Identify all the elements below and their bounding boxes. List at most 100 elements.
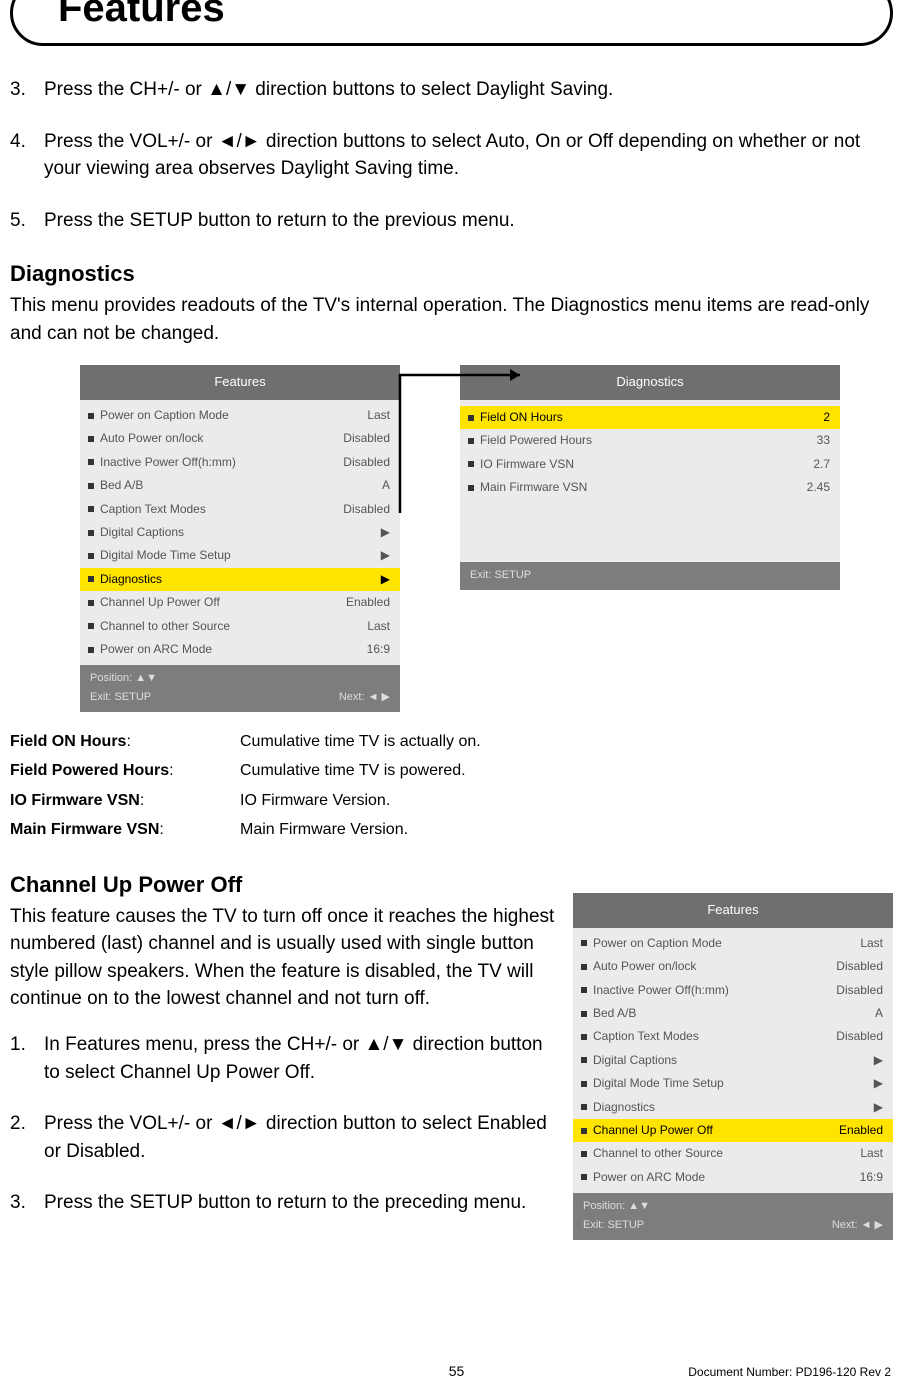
menu-item-value: Enabled [839,1122,883,1139]
menu-item-value: A [382,477,390,494]
menu-item-label: Digital Captions [100,524,381,541]
bullet-icon [88,413,94,419]
bullet-icon [581,1151,587,1157]
menu-item-label: Power on Caption Mode [100,407,367,424]
menu-item-value: 2.45 [807,479,830,496]
menu-item-value: Last [367,618,390,635]
menu-item-label: Inactive Power Off(h:mm) [593,982,836,999]
menu-item-value: ▶ [381,571,390,588]
menu-item-value: ▶ [874,1075,883,1092]
bullet-icon [581,1104,587,1110]
channel-up-heading: Channel Up Power Off [10,869,557,901]
bullet-icon [581,987,587,993]
bullet-icon [88,576,94,582]
menu-item-label: Channel Up Power Off [100,594,346,611]
bullet-icon [581,940,587,946]
menu-item-value: Disabled [343,501,390,518]
menu-item-label: Field ON Hours [480,409,823,426]
menu-item: Auto Power on/lockDisabled [80,427,400,450]
bullet-icon [581,964,587,970]
cup-step-2: 2.Press the VOL+/- or ◄/► direction butt… [10,1110,557,1165]
menu-item: Field ON Hours2 [460,406,840,429]
menu-item-label: IO Firmware VSN [480,456,813,473]
menu-item-value: 2.7 [813,456,830,473]
menu-item-value: ▶ [381,524,390,541]
menu-item-label: Main Firmware VSN [480,479,807,496]
bullet-icon [468,438,474,444]
menu-item-label: Digital Mode Time Setup [593,1075,874,1092]
definitions: Field ON Hours:Cumulative time TV is act… [10,730,893,841]
menu-item-label: Inactive Power Off(h:mm) [100,454,343,471]
menu-item-label: Channel Up Power Off [593,1122,839,1139]
menu-footer: Position: ▲▼Exit: SETUP Next: ◄ ▶ [573,1193,893,1240]
menu-body: Power on Caption ModeLastAuto Power on/l… [80,400,400,665]
menu-item-value: ▶ [874,1052,883,1069]
bullet-icon [88,623,94,629]
menu-item-label: Digital Captions [593,1052,874,1069]
bullet-icon [581,1011,587,1017]
bullet-icon [468,461,474,467]
menu-footer: Position: ▲▼Exit: SETUP Next: ◄ ▶ [80,665,400,712]
menu-item-label: Power on ARC Mode [593,1169,860,1186]
menu-item-value: 33 [817,432,830,449]
def-desc: Main Firmware Version. [240,818,893,841]
page-number: 55 [0,1363,913,1379]
menu-item-label: Caption Text Modes [593,1028,836,1045]
menu-item-label: Power on Caption Mode [593,935,860,952]
def-row: Main Firmware VSN:Main Firmware Version. [10,818,893,841]
menu-item-value: 16:9 [367,641,390,658]
menu-item: Channel Up Power OffEnabled [573,1119,893,1142]
menu-item-value: Enabled [346,594,390,611]
menu-item-value: Last [367,407,390,424]
menu-item-label: Bed A/B [100,477,382,494]
step-5: 5.Press the SETUP button to return to th… [10,207,893,235]
features-menu-2: Features Power on Caption ModeLastAuto P… [573,893,893,1240]
def-desc: IO Firmware Version. [240,789,893,812]
step-num: 4. [10,128,44,183]
def-term: Field ON Hours [10,733,126,750]
menu-item-value: Disabled [836,958,883,975]
step-4: 4.Press the VOL+/- or ◄/► direction butt… [10,128,893,183]
cup-step-1: 1.In Features menu, press the CH+/- or ▲… [10,1031,557,1086]
footer-exit: Exit: SETUP [90,690,157,706]
bullet-icon [88,483,94,489]
page-footer: 55 Document Number: PD196-120 Rev 2 [0,1365,913,1379]
menu-item-value: Disabled [343,430,390,447]
menu-item-label: Auto Power on/lock [100,430,343,447]
step-num: 3. [10,76,44,104]
menu-item: Caption Text ModesDisabled [80,498,400,521]
bullet-icon [581,1128,587,1134]
menu-item-value: 16:9 [860,1169,883,1186]
step-num: 2. [10,1110,44,1165]
bullet-icon [88,647,94,653]
menu-item-label: Bed A/B [593,1005,875,1022]
menu-title: Features [80,365,400,400]
menu-item-value: 2 [823,409,830,426]
menu-item: Diagnostics▶ [80,568,400,591]
menu-item-value: Disabled [343,454,390,471]
bullet-icon [468,485,474,491]
page-title: Features [50,0,233,31]
bullet-icon [581,1057,587,1063]
menu-item: Diagnostics▶ [573,1096,893,1119]
footer-next: Next: ◄ ▶ [339,690,390,706]
menu-item: Power on ARC Mode16:9 [573,1166,893,1189]
bullet-icon [88,600,94,606]
diagnostics-paragraph: This menu provides readouts of the TV's … [10,292,893,347]
bullet-icon [88,459,94,465]
menu-item-value: ▶ [381,547,390,564]
menu-item-label: Diagnostics [100,571,381,588]
steps-top: 3.Press the CH+/- or ▲/▼ direction butto… [10,76,893,234]
menu-title: Features [573,893,893,928]
menu-item: Bed A/BA [80,474,400,497]
menu-item-label: Field Powered Hours [480,432,817,449]
step-num: 1. [10,1031,44,1086]
menu-item: Digital Captions▶ [80,521,400,544]
bullet-icon [88,436,94,442]
features-menu: Features Power on Caption ModeLastAuto P… [80,365,400,712]
menu-item: Channel to other SourceLast [573,1142,893,1165]
menu-item: Channel to other SourceLast [80,615,400,638]
def-term: Main Firmware VSN [10,821,159,838]
step-text: Press the SETUP button to return to the … [44,1189,557,1217]
menu-body: Power on Caption ModeLastAuto Power on/l… [573,928,893,1193]
